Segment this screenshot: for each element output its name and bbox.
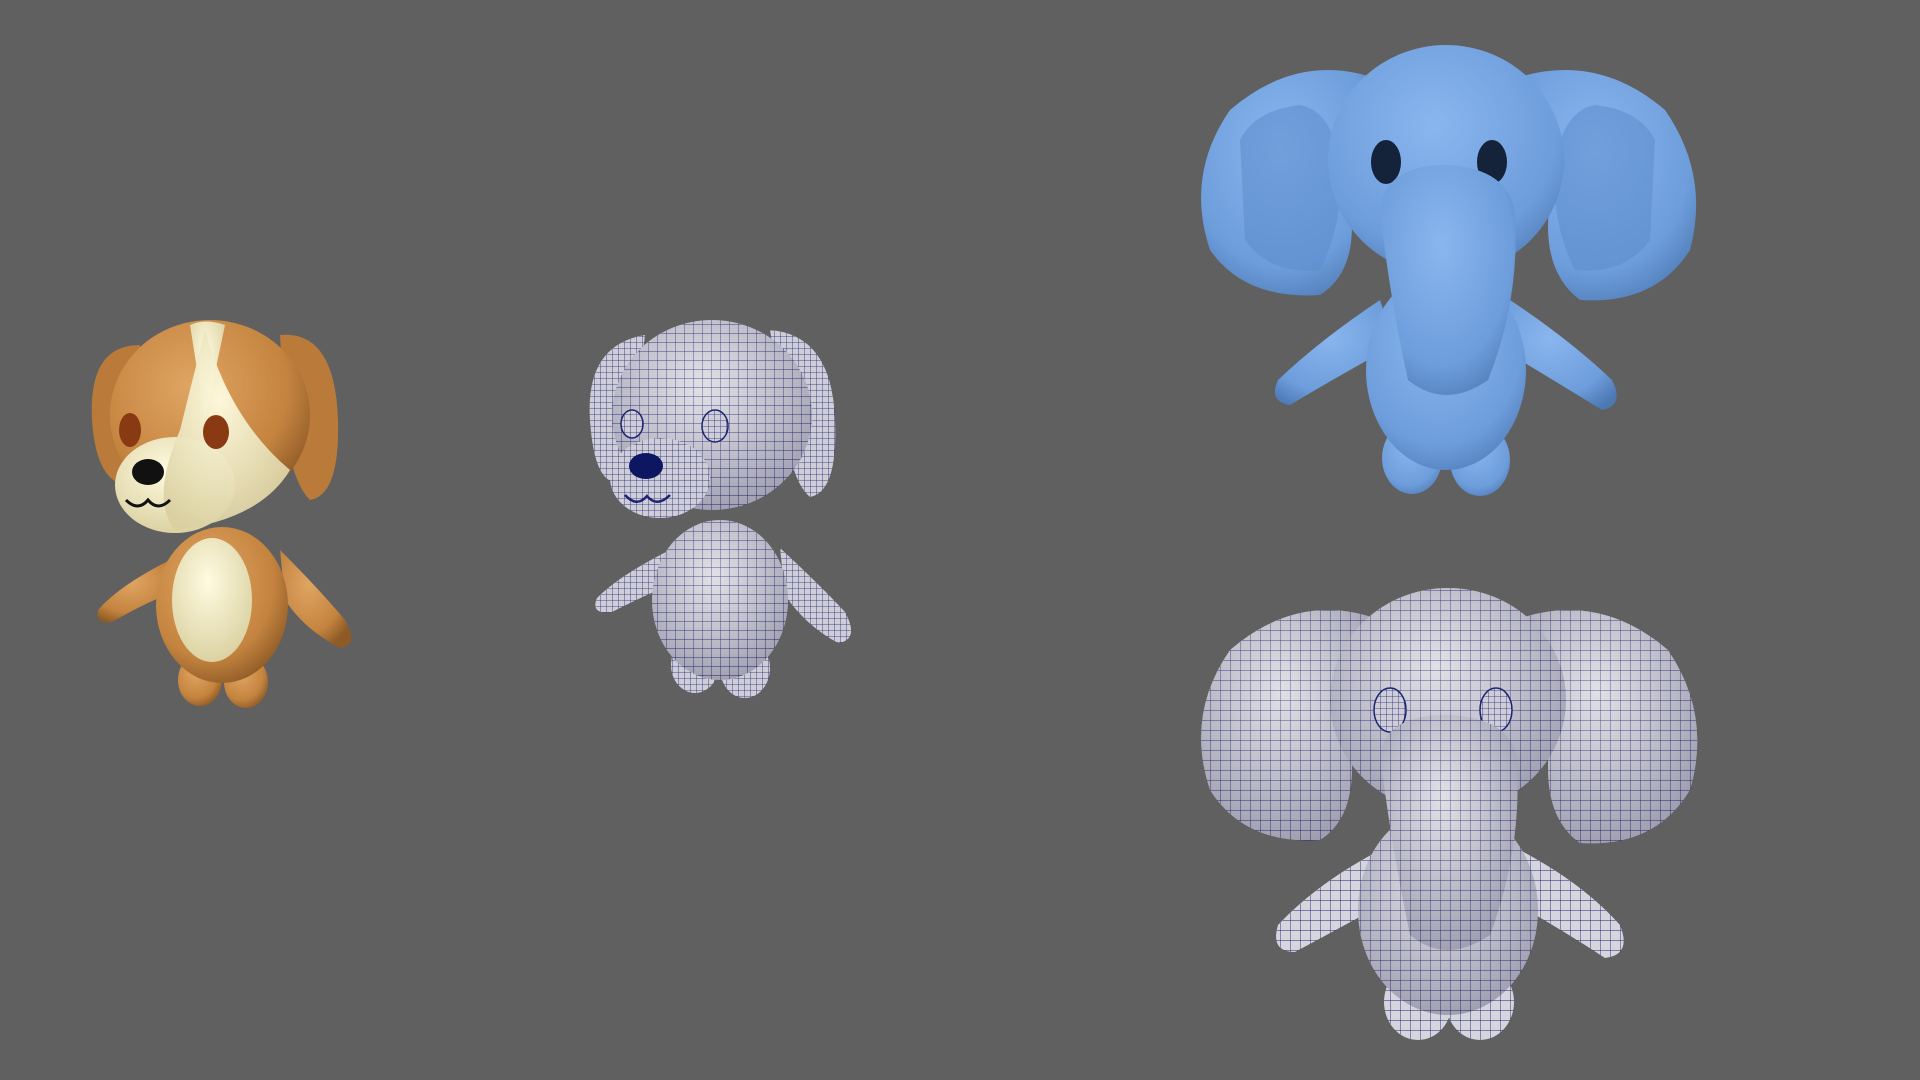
dog-shaded-model[interactable] — [91, 320, 352, 708]
elephant-wireframe-model[interactable] — [1201, 588, 1698, 1040]
elephant-shaded-model[interactable] — [1201, 45, 1697, 496]
3d-viewport[interactable] — [0, 0, 1920, 1080]
dog-wireframe-model[interactable] — [589, 320, 852, 698]
viewport-canvas — [91, 45, 1698, 1040]
